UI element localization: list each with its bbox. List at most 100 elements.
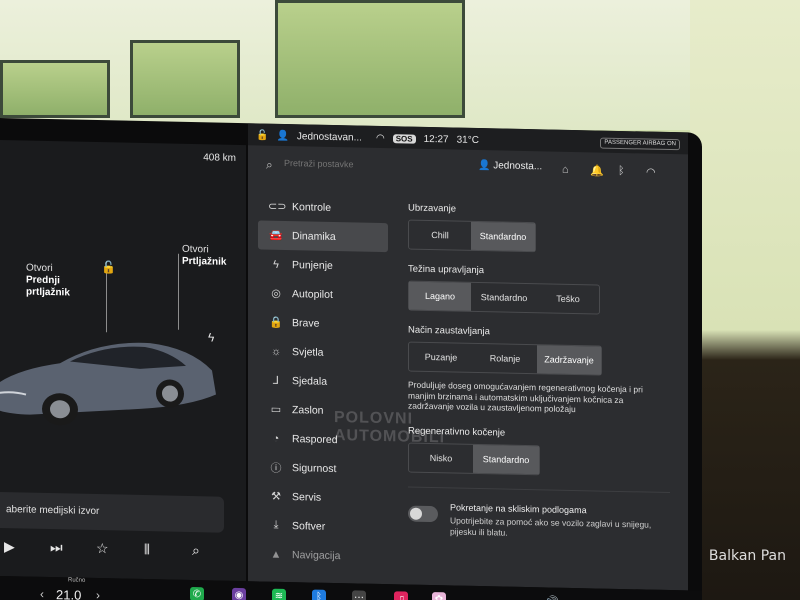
camera-icon[interactable]: ◉ [232,587,246,600]
wifi-icon: ◠ [375,132,385,144]
sidebar-item-label: Servis [292,490,322,504]
stopping-option-creep[interactable]: Puzanje [409,343,473,372]
dynamics-settings: Ubrzavanje Chill Standardno Težina uprav… [408,203,678,547]
temp-up-chevron-icon[interactable]: › [96,588,100,600]
music-icon[interactable]: ♫ [394,591,408,600]
bolt-icon: ϟ [273,258,279,271]
sidebar-item-label: Kontrole [292,200,332,214]
acceleration-option-standard[interactable]: Standardno [471,221,535,252]
open-frunk-button[interactable]: Otvori Prednji prtljažnik [26,263,70,300]
phone-icon[interactable]: ✆ [190,586,204,600]
watermark-logo: POLOVNI AUTOMOBILI [334,408,446,447]
play-icon[interactable]: ▶ [4,538,15,555]
calendar-icon: ◔ [272,432,280,445]
sidebar-item-kontrole[interactable]: ⊂⊃ Kontrole [258,191,388,223]
media-search-icon[interactable]: ⌕ [192,542,200,559]
window-background [130,40,240,118]
status-user-name[interactable]: Jednostavan... [297,131,362,143]
wifi-settings-icon[interactable]: ◠ [646,166,656,179]
stopping-mode-title: Način zaustavljanja [408,324,490,338]
clock: 12:27 [423,133,449,145]
volume-up-chevron-icon[interactable]: › [572,596,576,600]
sidebar-item-label: Sjedala [292,374,328,388]
window-background [275,0,465,118]
favorite-icon[interactable]: ☆ [96,540,109,557]
display-icon: ▭ [270,403,282,416]
sidebar-item-brave[interactable]: 🔒 Brave [258,307,388,339]
frunk-label-line3: prtljažnik [26,286,70,299]
volume-icon[interactable]: 🔊 [544,595,559,600]
media-source-label: aberite medijski izvor [6,504,100,518]
passenger-airbag-indicator: PASSENGER AIRBAG ON [600,137,680,150]
window-background [0,60,110,118]
sidebar-item-label: Raspored [292,432,338,446]
sun-icon: ☼ [270,345,282,358]
lock-status-icon[interactable]: 🔓 [256,130,268,141]
sidebar-item-punjenje[interactable]: ϟ Punjenje [258,249,388,281]
sidebar-item-servis[interactable]: ⚒ Servis [258,481,388,513]
bluetooth-icon[interactable]: ᛒ [618,165,625,177]
open-trunk-button[interactable]: Otvori Prtljažnik [182,244,226,269]
navigation-icon: ▲ [270,548,282,561]
stopping-mode-selector: Puzanje Rolanje Zadržavanje [408,341,602,376]
sidebar-item-softver[interactable]: ⤓ Softver [258,510,388,542]
stopping-option-hold[interactable]: Zadržavanje [537,345,601,375]
sidebar-item-label: Sigurnost [292,461,337,475]
sidebar-item-label: Svjetla [292,345,324,359]
seat-icon: ⅃ [272,374,280,387]
sidebar-item-sjedala[interactable]: ⅃ Sjedala [258,365,388,397]
sidebar-item-label: Punjenje [292,258,333,272]
sidebar-item-label: Autopilot [292,287,333,301]
sidebar-item-sigurnost[interactable]: ⓘ Sigurnost [258,452,388,484]
garage-icon[interactable]: ⌂ [562,164,569,176]
photo-credit: Balkan Pan [708,548,786,564]
sidebar-item-autopilot[interactable]: ◎ Autopilot [258,278,388,310]
section-divider [408,486,670,493]
equalizer-icon[interactable]: ⫴ [144,541,150,558]
trunk-label-line2: Prtljažnik [182,255,227,268]
unlock-icon[interactable]: 🔓 [101,260,116,274]
steering-option-standard[interactable]: Standardno [471,283,537,312]
car-panel: 408 km Otvori Prednji prtljažnik 🔓 Otvor… [0,140,246,582]
download-icon: ⤓ [273,518,279,531]
steering-option-light[interactable]: Lagano [409,281,471,311]
sidebar-item-dinamika[interactable]: 🚘 Dinamika [258,220,388,253]
car-icon: 🚘 [269,229,283,242]
profile-icon[interactable]: 👤 [276,130,288,141]
lock-icon: 🔒 [269,316,283,329]
outside-temperature: 31°C [456,134,479,146]
acceleration-title: Ubrzavanje [408,202,457,215]
toybox-icon[interactable]: ✿ [432,592,446,600]
media-source-selector[interactable]: aberite medijski izvor [0,492,224,533]
regen-option-low[interactable]: Nisko [409,443,473,472]
info-icon: ⓘ [270,462,282,475]
next-track-icon[interactable]: ⏭ [50,539,63,556]
volume-down-chevron-icon[interactable]: ‹ [528,595,532,600]
sidebar-item-svjetla[interactable]: ☼ Svjetla [258,336,388,368]
manual-label: Ručno [68,577,86,584]
slip-start-description: Upotrijebite za pomoć ako se vozilo zagl… [450,514,652,538]
search-icon[interactable]: ⌕ [266,158,273,173]
steering-option-heavy[interactable]: Teško [537,284,599,313]
temp-down-chevron-icon[interactable]: ‹ [40,587,44,600]
sos-button[interactable]: SOS [392,133,416,144]
profile-button[interactable]: 👤 Jednosta... [478,160,542,172]
stopping-option-roll[interactable]: Rolanje [473,344,537,373]
sidebar-item-label: Softver [292,519,326,533]
settings-search-input[interactable] [284,157,404,171]
sidebar-item-navigacija[interactable]: ▲ Navigacija [258,539,388,571]
acceleration-option-chill[interactable]: Chill [409,221,471,250]
car-model-image [0,342,216,426]
showroom-background [690,0,800,600]
slip-start-toggle[interactable] [408,505,438,522]
cabin-temperature[interactable]: 21.0 [56,587,81,600]
regen-option-standard[interactable]: Standardno [473,444,539,474]
trunk-label-line1: Otvori [182,243,209,256]
settings-sidebar: ⊂⊃ Kontrole 🚘 Dinamika ϟ Punjenje ◎ Autopilo… [258,191,388,571]
steering-title: Težina upravljanja [408,263,485,277]
wrench-icon: ⚒ [271,490,281,503]
bell-icon[interactable]: 🔔 [590,164,604,177]
spotify-icon[interactable]: ≋ [272,588,286,600]
bluetooth-app-icon[interactable]: ᛒ [312,589,326,600]
more-apps-icon[interactable]: ⋯ [352,590,366,600]
